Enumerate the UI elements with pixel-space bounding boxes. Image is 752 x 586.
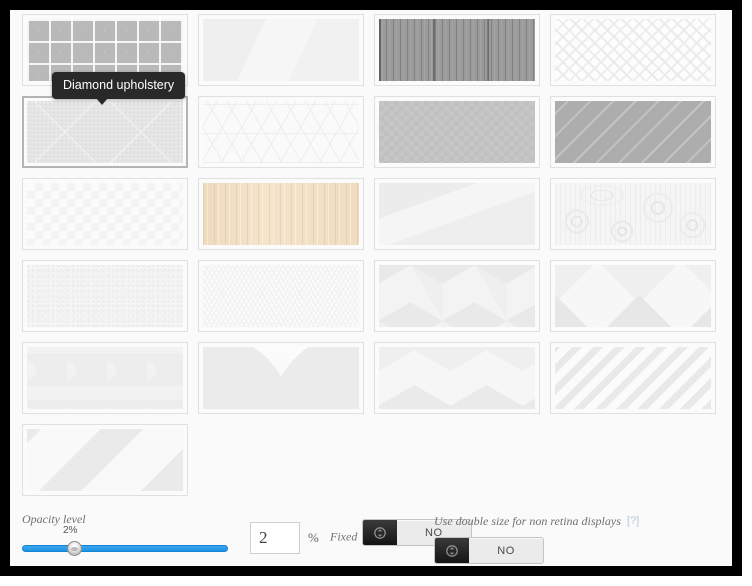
opacity-control-group: Opacity level 2% (22, 512, 236, 556)
help-icon[interactable]: [?] (627, 515, 639, 527)
toggle-handle-icon (362, 520, 397, 545)
pattern-swatch-large-triangles (555, 265, 711, 327)
pattern-swatch-fine-checkerboard-gray (379, 101, 535, 163)
retina-toggle[interactable]: NO (434, 537, 544, 564)
pattern-tile-chevron-diagonal[interactable] (550, 14, 716, 86)
pattern-swatch-light-wood-beige (203, 183, 359, 245)
tooltip-label: Diamond upholstery (63, 78, 175, 92)
pattern-tile-low-poly-facets[interactable] (374, 178, 540, 250)
opacity-slider-value-bubble: 2% (61, 525, 80, 536)
pattern-swatch-cube-outline (203, 101, 359, 163)
pattern-swatch-diagonal-cross-canvas (27, 101, 183, 163)
pattern-tile-hexagons[interactable] (22, 342, 188, 414)
pattern-tile-gray-diagonal-stripes[interactable] (550, 96, 716, 168)
pattern-tile-fine-checkerboard-gray[interactable] (374, 96, 540, 168)
opacity-slider[interactable]: 2% (22, 525, 236, 556)
pattern-tile-gray-wood-planks[interactable] (374, 14, 540, 86)
pattern-swatch-gray-diagonal-stripes (555, 101, 711, 163)
pattern-swatch-chevron-diagonal (555, 19, 711, 81)
pattern-swatch-light-diagonal-stripes (555, 347, 711, 409)
pattern-tile-hexagon-cubes[interactable] (374, 342, 540, 414)
retina-label: Use double size for non retina displays (434, 514, 621, 528)
pattern-tile-curved-arcs[interactable] (198, 342, 364, 414)
opacity-slider-handle[interactable] (67, 541, 82, 556)
pattern-swatch-hexagons (27, 347, 183, 409)
retina-toggle-state: NO (497, 544, 515, 557)
retina-toggle-group: Use double size for non retina displays [… (434, 512, 732, 564)
pattern-tile-doodle-swirls[interactable] (550, 178, 716, 250)
pattern-swatch-gray-wood-planks (379, 19, 535, 81)
pattern-tile-large-triangles[interactable] (550, 260, 716, 332)
window-frame: Diamond upholstery Opacity level 2% % Fi… (0, 0, 742, 576)
pattern-swatch-wide-diagonal-bands (27, 429, 183, 491)
pattern-swatch-curved-arcs (203, 347, 359, 409)
toggle-handle-icon (435, 538, 469, 563)
pattern-picker-panel: Diamond upholstery Opacity level 2% % Fi… (10, 10, 732, 566)
pattern-tile-cube-outline[interactable] (198, 96, 364, 168)
opacity-number-group: % (250, 522, 319, 554)
pattern-tile-noise-grain[interactable] (22, 260, 188, 332)
pattern-swatch-noise-grain (27, 265, 183, 327)
pattern-tile-faint-checkerboard[interactable] (22, 178, 188, 250)
pattern-tile-light-diagonal-stripes[interactable] (550, 342, 716, 414)
pattern-tile-wide-diagonal-bands[interactable] (22, 424, 188, 496)
pattern-swatch-dotted-cubes (203, 265, 359, 327)
pattern-swatch-isometric-cubes (379, 265, 535, 327)
pattern-swatch-low-poly-facets (379, 183, 535, 245)
controls-bar: Opacity level 2% % Fixed (10, 502, 732, 566)
pattern-swatch-doodle-swirls (555, 183, 711, 245)
opacity-level-label: Opacity level (22, 512, 86, 526)
opacity-input[interactable] (250, 522, 300, 554)
pattern-tile-low-poly-light[interactable] (198, 14, 364, 86)
pattern-swatch-hexagon-cubes (379, 347, 535, 409)
pattern-tooltip: Diamond upholstery (52, 72, 186, 105)
opacity-slider-track[interactable] (22, 545, 228, 552)
pattern-tile-light-wood-beige[interactable] (198, 178, 364, 250)
fixed-label: Fixed (330, 529, 358, 544)
pattern-swatch-faint-checkerboard (27, 183, 183, 245)
pattern-tile-diagonal-cross-canvas[interactable] (22, 96, 188, 168)
pattern-tile-dotted-cubes[interactable] (198, 260, 364, 332)
pattern-swatch-low-poly-light (203, 19, 359, 81)
percent-unit-label: % (308, 530, 319, 545)
pattern-tile-isometric-cubes[interactable] (374, 260, 540, 332)
